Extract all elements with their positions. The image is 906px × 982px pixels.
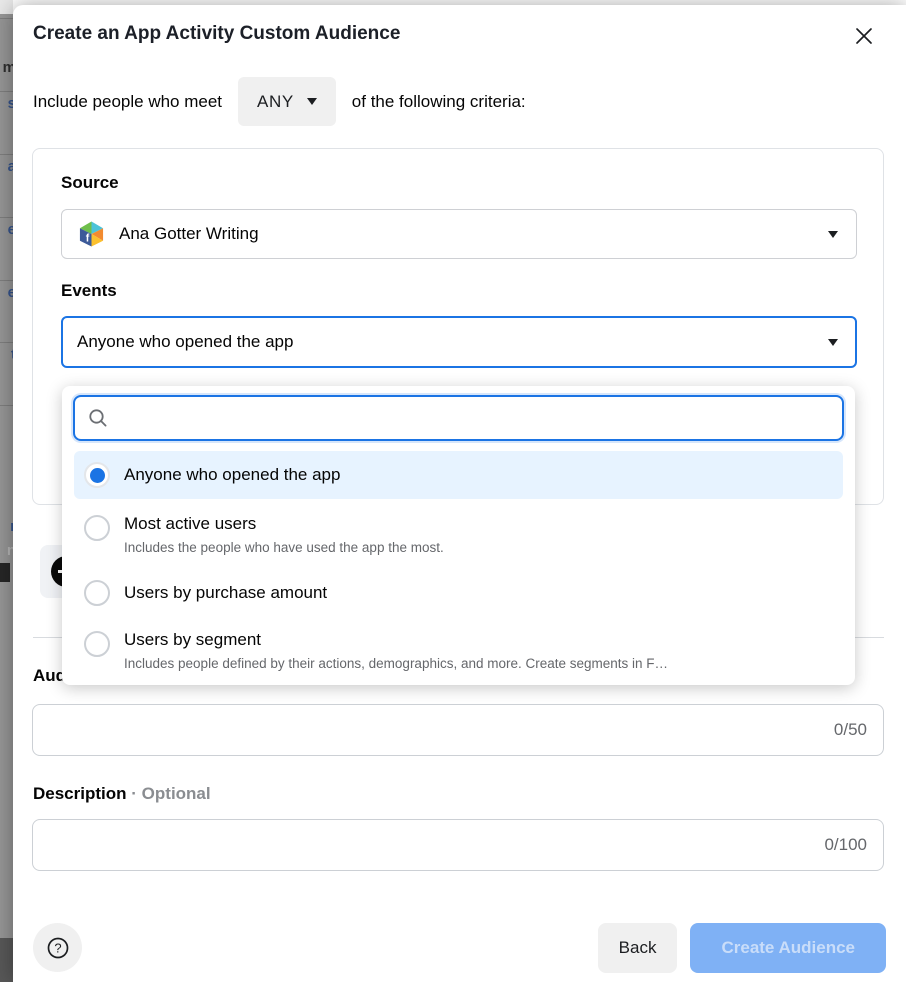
events-value: Anyone who opened the app bbox=[77, 332, 828, 352]
audience-name-field: 0/50 bbox=[32, 704, 884, 756]
back-button[interactable]: Back bbox=[598, 923, 678, 973]
search-icon bbox=[87, 407, 109, 429]
criteria-suffix: of the following criteria: bbox=[352, 92, 526, 112]
radio-unselected-icon[interactable] bbox=[84, 580, 110, 606]
app-source-icon: f bbox=[78, 220, 105, 248]
chevron-down-icon bbox=[828, 231, 838, 238]
footer-actions: Back Create Audience bbox=[598, 923, 886, 973]
source-select[interactable]: f Ana Gotter Writing bbox=[61, 209, 857, 259]
description-field: 0/100 bbox=[32, 819, 884, 871]
source-label: Source bbox=[61, 173, 119, 193]
radio-unselected-icon[interactable] bbox=[84, 631, 110, 657]
events-option-list: Anyone who opened the app Most active us… bbox=[62, 441, 855, 673]
dialog-title: Create an App Activity Custom Audience bbox=[33, 23, 400, 45]
radio-selected-icon[interactable] bbox=[84, 462, 110, 488]
close-icon bbox=[853, 25, 875, 47]
events-dropdown-panel: Anyone who opened the app Most active us… bbox=[62, 386, 855, 685]
source-value: Ana Gotter Writing bbox=[119, 224, 814, 244]
criteria-sentence: Include people who meet ANY of the follo… bbox=[33, 77, 526, 126]
events-label: Events bbox=[61, 281, 117, 301]
events-select[interactable]: Anyone who opened the app bbox=[61, 316, 857, 368]
chevron-down-icon bbox=[828, 339, 838, 346]
help-icon: ? bbox=[45, 935, 71, 961]
audience-name-counter: 0/50 bbox=[834, 720, 867, 740]
match-type-value: ANY bbox=[257, 92, 294, 112]
option-most-active-users[interactable]: Most active users Includes the people wh… bbox=[74, 513, 843, 557]
radio-unselected-icon[interactable] bbox=[84, 515, 110, 541]
audience-name-input[interactable] bbox=[49, 720, 834, 740]
description-counter: 0/100 bbox=[824, 835, 867, 855]
description-label: Description bbox=[33, 784, 127, 803]
dropdown-search-field bbox=[73, 395, 844, 441]
description-label-row: Description · Optional bbox=[33, 784, 211, 804]
svg-text:f: f bbox=[86, 233, 90, 245]
create-audience-dialog: Create an App Activity Custom Audience I… bbox=[13, 5, 906, 982]
criteria-prefix: Include people who meet bbox=[33, 92, 222, 112]
option-users-by-segment[interactable]: Users by segment Includes people defined… bbox=[74, 629, 843, 673]
description-input[interactable] bbox=[49, 835, 824, 855]
option-anyone-opened-app[interactable]: Anyone who opened the app bbox=[74, 451, 843, 499]
backdrop-overlay: m s a e e t r n bbox=[0, 0, 13, 982]
svg-text:?: ? bbox=[54, 940, 61, 955]
help-button[interactable]: ? bbox=[33, 923, 82, 972]
create-audience-button[interactable]: Create Audience bbox=[690, 923, 886, 973]
option-users-by-purchase-amount[interactable]: Users by purchase amount bbox=[74, 575, 843, 611]
dropdown-search-input[interactable] bbox=[118, 408, 830, 428]
close-button[interactable] bbox=[849, 21, 879, 51]
match-type-selector[interactable]: ANY bbox=[238, 77, 336, 126]
chevron-down-icon bbox=[307, 98, 317, 105]
